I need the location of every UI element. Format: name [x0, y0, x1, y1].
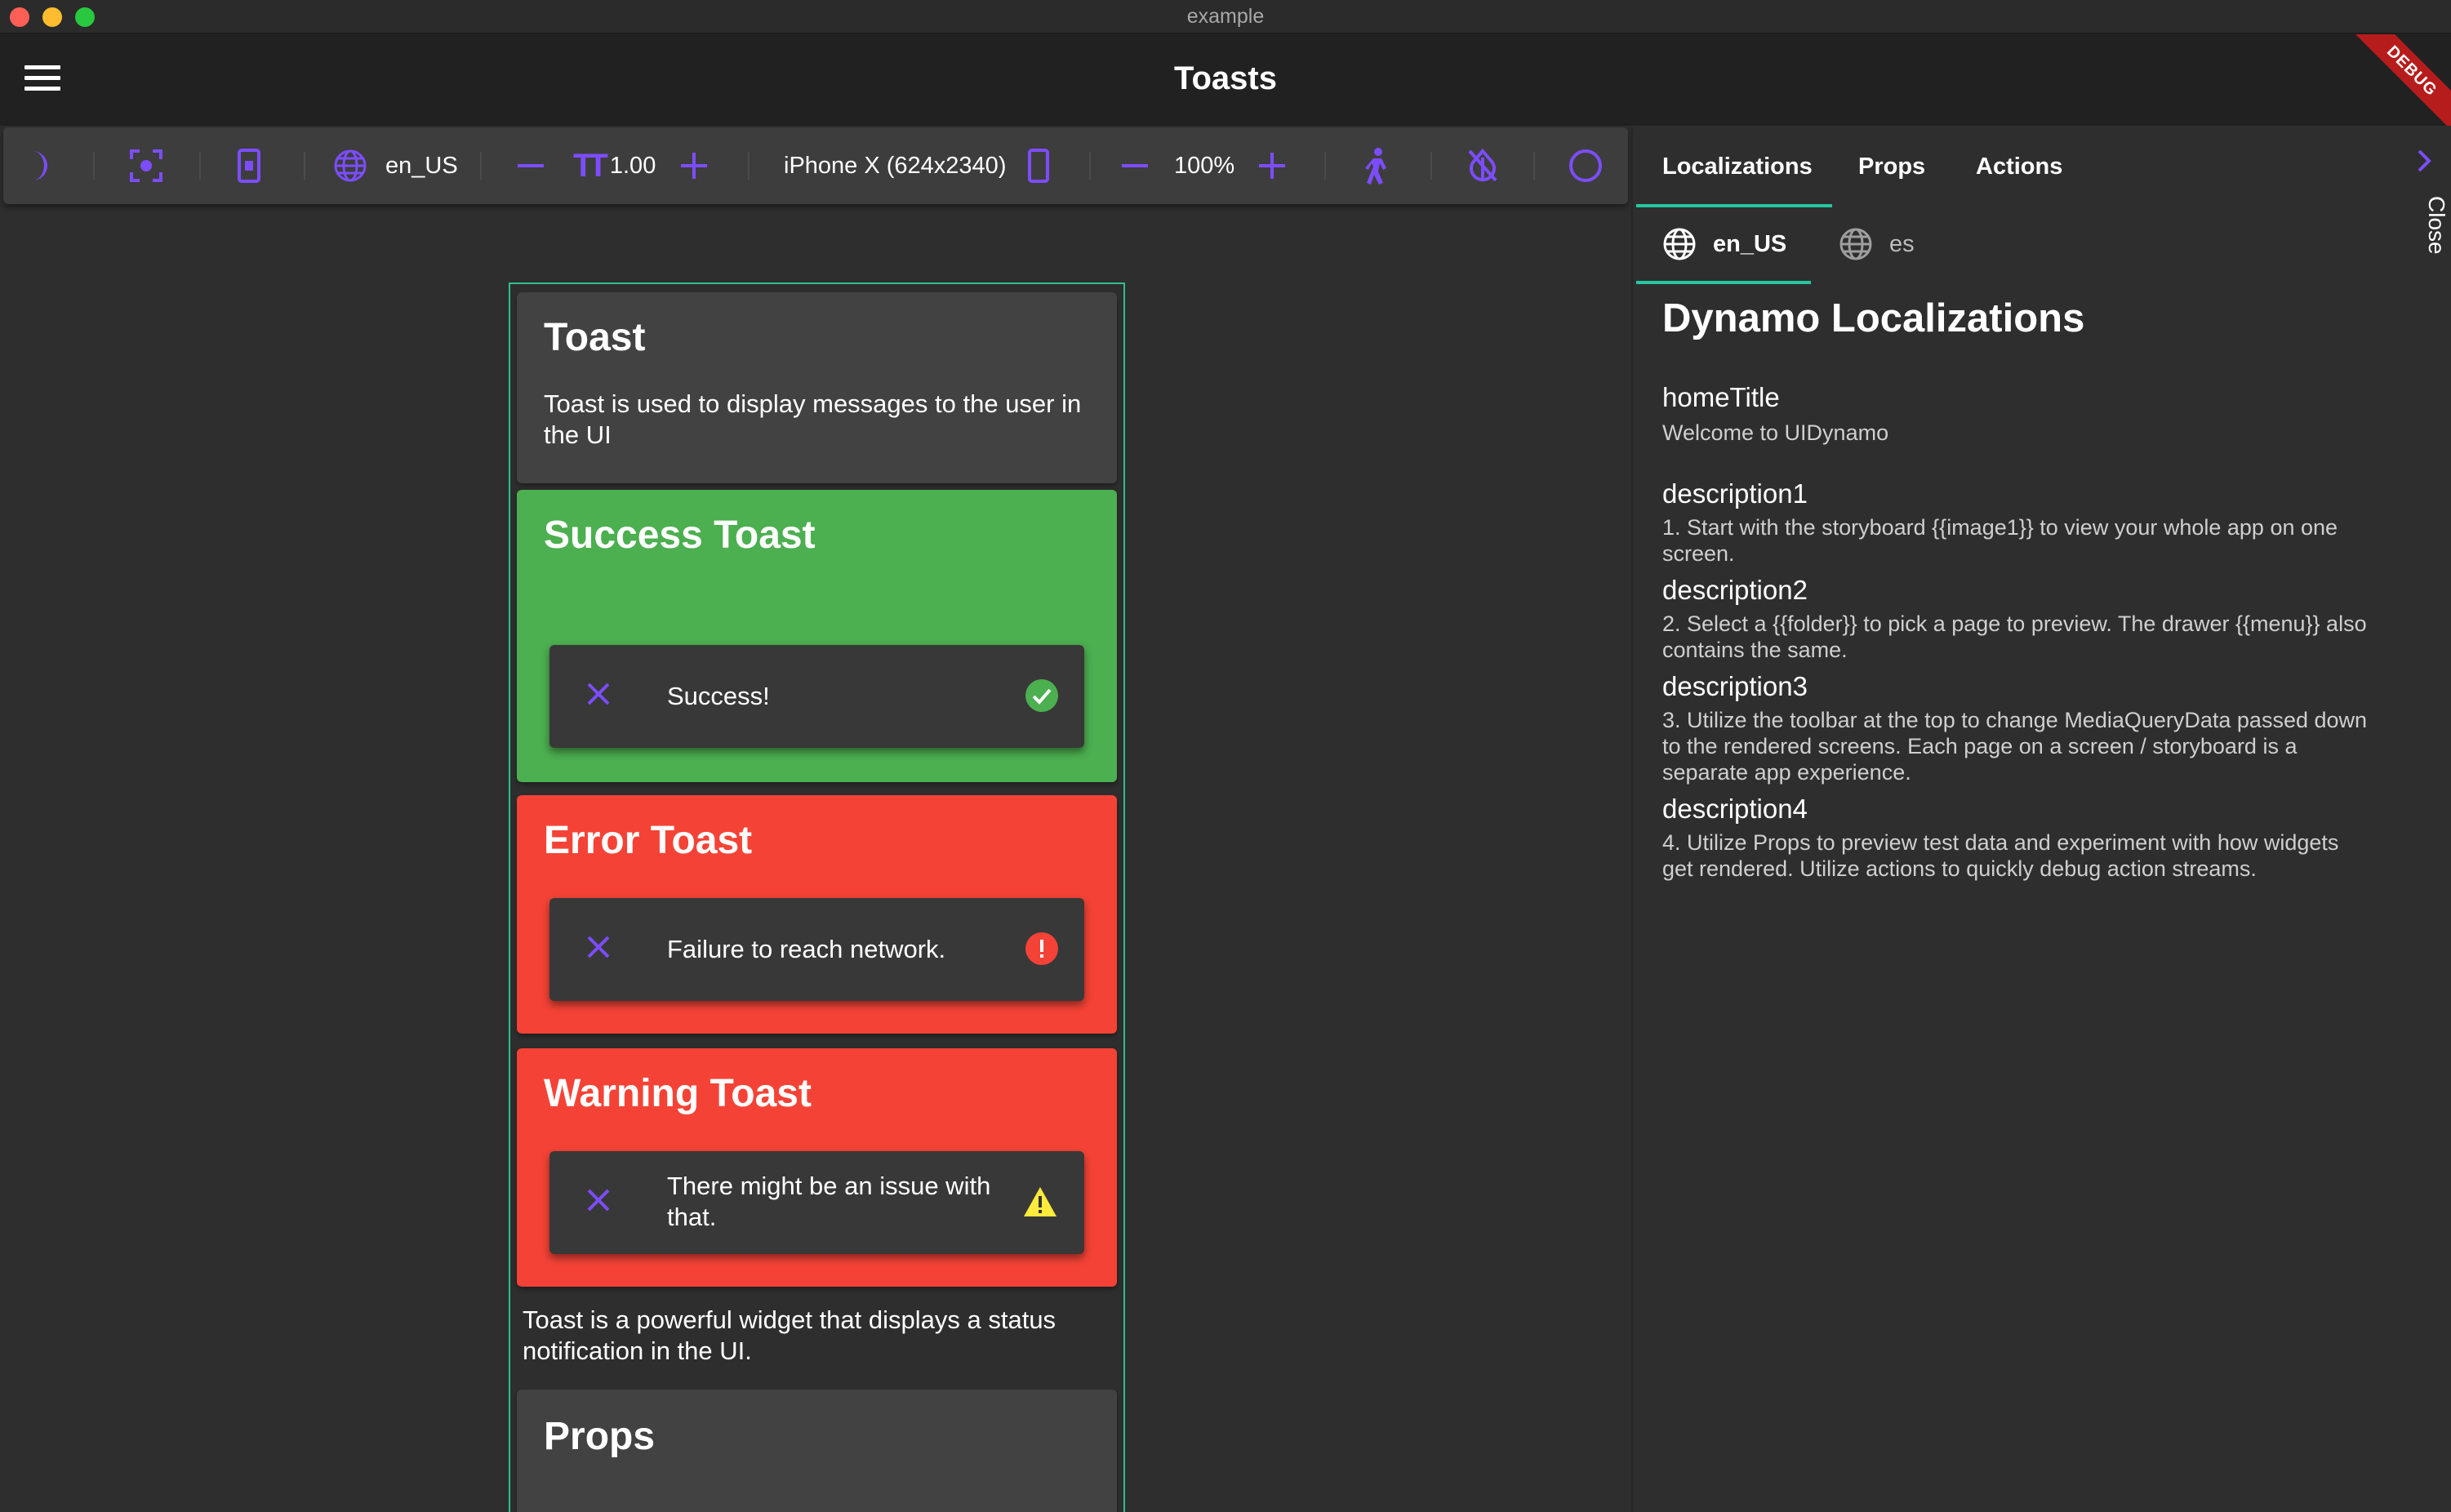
error-toast-card: Error Toast Failure to reach network. [517, 795, 1117, 1034]
chevron-right-icon[interactable] [2415, 149, 2433, 177]
success-toast-card: Success Toast Success! [517, 490, 1117, 782]
success-toast: Success! [549, 645, 1084, 748]
entry-value: 1. Start with the storyboard {{image1}} … [1662, 515, 2338, 566]
warning-toast-card: Warning Toast There might be an issue wi… [517, 1048, 1117, 1287]
app-bar: Toasts DEBUG [0, 34, 2451, 126]
tab-props[interactable]: Props [1858, 153, 1925, 180]
decrease-text-button[interactable] [518, 127, 544, 204]
locale-tab-label: es [1889, 230, 1915, 257]
zoom-control: 100% [1174, 127, 1234, 204]
language-icon [1839, 228, 1872, 260]
device-selector[interactable]: iPhone X (624x2340) [784, 127, 1050, 204]
warning-toast-message: There might be an issue with that. [667, 1172, 991, 1231]
close-icon[interactable] [585, 934, 612, 964]
dark-mode-icon[interactable] [26, 127, 54, 204]
warning-toast: There might be an issue with that. [549, 1151, 1084, 1254]
text-scale-value: 1.00 [609, 152, 656, 179]
intro-card-description: Toast is used to display messages to the… [544, 389, 1082, 449]
language-icon [334, 149, 367, 182]
accessibility-icon[interactable] [1362, 127, 1391, 204]
increase-text-button[interactable] [681, 127, 707, 204]
props-card-title: Props [544, 1415, 656, 1458]
panel-side-rail: Close [2404, 127, 2451, 1512]
phone-orientation-icon [1028, 149, 1050, 183]
entry-key: description2 [1662, 575, 1808, 605]
close-icon[interactable] [585, 1187, 612, 1217]
locale-value: en_US [385, 152, 458, 179]
entry-value: 3. Utilize the toolbar at the top to cha… [1662, 708, 2368, 785]
entry-key: description3 [1662, 671, 1808, 701]
warning-icon [1022, 1185, 1058, 1222]
intro-card-title: Toast [544, 316, 646, 359]
toast-description: Toast is a powerful widget that displays… [523, 1305, 1056, 1365]
props-card: Props [517, 1390, 1117, 1512]
device-preview: Toast Toast is used to display messages … [509, 282, 1125, 1512]
entry-key: homeTitle [1662, 382, 1780, 412]
language-icon [1663, 228, 1696, 260]
entry-value: Welcome to UIDynamo [1662, 420, 1889, 445]
device-name: iPhone X (624x2340) [784, 152, 1007, 179]
error-toast-message: Failure to reach network. [667, 935, 946, 963]
zoom-out-button[interactable] [1122, 127, 1148, 204]
text-scale-control: TT 1.00 [573, 127, 656, 204]
screenshot-icon[interactable] [129, 127, 163, 204]
entry-value: 2. Select a {{folder}} to pick a page to… [1662, 611, 2367, 662]
debug-label: DEBUG [2353, 34, 2451, 126]
window-titlebar: example [0, 0, 2451, 34]
locale-tab-es[interactable]: es [1839, 227, 1915, 261]
section-title: Dynamo Localizations [1662, 296, 2085, 340]
debug-banner: DEBUG [2353, 34, 2451, 126]
close-panel-button[interactable]: Close [2423, 196, 2449, 255]
warning-toast-title: Warning Toast [544, 1072, 812, 1115]
entry-key: description1 [1662, 478, 1808, 509]
invert-colors-off-icon[interactable] [1466, 127, 1499, 204]
error-toast-title: Error Toast [544, 819, 753, 862]
success-toast-message: Success! [667, 682, 770, 710]
text-size-icon: TT [573, 147, 608, 184]
language-selector[interactable]: en_US [333, 127, 458, 204]
tab-actions[interactable]: Actions [1976, 153, 2062, 180]
locale-tab-en-us[interactable]: en_US [1662, 227, 1786, 261]
locale-tab-label: en_US [1713, 230, 1787, 257]
entry-value: 4. Utilize Props to preview test data an… [1662, 830, 2339, 881]
zoom-in-button[interactable] [1259, 127, 1285, 204]
preview-toolbar: en_US TT 1.00 iPhone X (624x2340) 100% [3, 127, 1628, 204]
app-window: example Toasts DEBUG en_US TT 1.00 iPhon… [0, 0, 2451, 1512]
page-title: Toasts [1174, 60, 1277, 96]
success-toast-title: Success Toast [544, 514, 816, 557]
tab-indicator [1636, 204, 1832, 207]
check-circle-icon [1025, 679, 1058, 716]
locale-tab-indicator [1636, 281, 1811, 284]
window-title: example [1186, 5, 1265, 28]
zoom-value: 100% [1174, 152, 1235, 179]
tab-localizations[interactable]: Localizations [1662, 153, 1813, 180]
error-icon [1025, 932, 1058, 969]
circle-icon[interactable] [1568, 127, 1604, 204]
entry-key: description4 [1662, 794, 1808, 824]
device-frame-icon[interactable] [237, 127, 261, 204]
error-toast: Failure to reach network. [549, 898, 1084, 1001]
side-panel: Localizations Props Actions en_US es Dyn… [1631, 127, 2451, 1512]
close-icon[interactable] [585, 681, 612, 711]
intro-card: Toast Toast is used to display messages … [517, 292, 1117, 483]
